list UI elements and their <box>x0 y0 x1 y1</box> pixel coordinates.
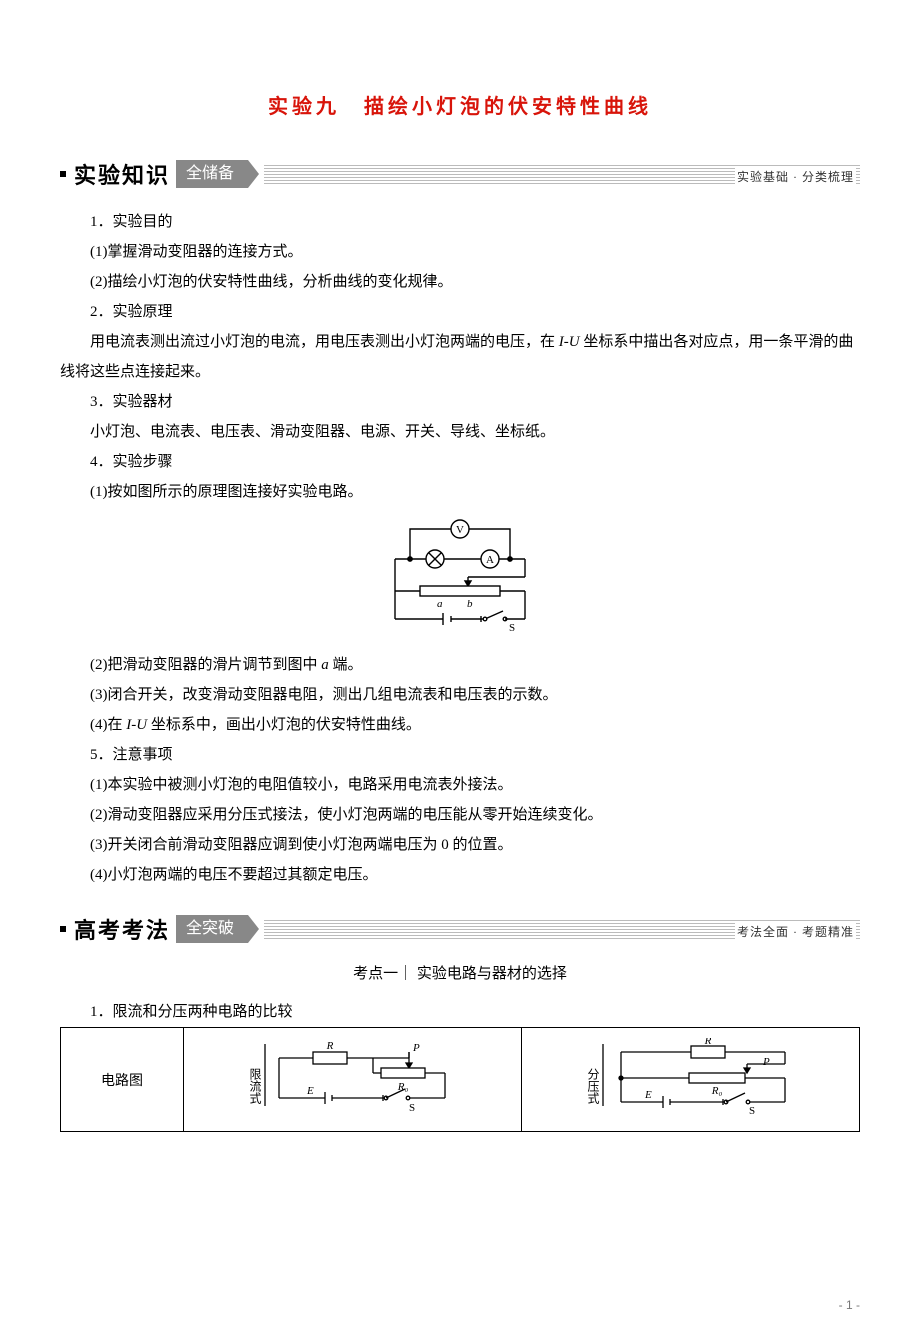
section-hatch: 实验基础 · 分类梳理 <box>264 164 860 184</box>
document-title: 实验九 描绘小灯泡的伏安特性曲线 <box>60 90 860 119</box>
section-hatch-2: 考法全面 · 考题精准 <box>264 919 860 939</box>
section-heading: 实验知识 <box>72 158 172 190</box>
switch-label: S <box>509 622 515 634</box>
section-bullet <box>60 926 66 932</box>
p-principle-1: 用电流表测出流过小灯泡的电流，用电压表测出小灯泡两端的电压，在 I-U 坐标系中… <box>60 327 860 387</box>
text: (2)把滑动变阻器的滑片调节到图中 <box>90 657 321 673</box>
R-label-2: R <box>703 1038 711 1047</box>
cell-divider-circuit: 分压式 R P R₀ <box>522 1028 860 1132</box>
p-apparatus-title: 3．实验器材 <box>60 387 860 417</box>
page-number: - 1 - <box>839 1298 860 1312</box>
S-label-2: S <box>749 1105 755 1116</box>
iu-italic: I-U <box>559 334 580 350</box>
section-note-2: 考法全面 · 考题精准 <box>735 923 856 940</box>
p-purpose-1: (1)掌握滑动变阻器的连接方式。 <box>60 237 860 267</box>
cell-limiting-circuit: 限流式 R P R₀ <box>184 1028 522 1132</box>
page-root: 实验九 描绘小灯泡的伏安特性曲线 实验知识 全储备 实验基础 · 分类梳理 1．… <box>0 0 920 1330</box>
p-step-3: (3)闭合开关，改变滑动变阻器电阻，测出几组电流表和电压表的示数。 <box>60 680 860 710</box>
comparison-table: 电路图 限流式 R P <box>60 1027 860 1132</box>
p-note-title: 5．注意事项 <box>60 740 860 770</box>
p-steps-title: 4．实验步骤 <box>60 447 860 477</box>
P-label: P <box>412 1042 420 1054</box>
section-note: 实验基础 · 分类梳理 <box>735 168 856 185</box>
divider-label: 分压式 <box>586 1068 600 1104</box>
text: 用电流表测出流过小灯泡的电流，用电压表测出小灯泡两端的电压，在 <box>90 334 559 350</box>
sub-intro: 1．限流和分压两种电路的比较 <box>60 997 860 1027</box>
section-heading-2: 高考考法 <box>72 913 172 945</box>
section-bar-method: 高考考法 全突破 考法全面 · 考题精准 <box>60 914 860 944</box>
p-principle-title: 2．实验原理 <box>60 297 860 327</box>
text: 端。 <box>329 657 363 673</box>
E-label: E <box>306 1085 314 1097</box>
section-bar-knowledge: 实验知识 全储备 实验基础 · 分类梳理 <box>60 159 860 189</box>
section-tab-2: 全突破 <box>176 915 248 943</box>
R-label: R <box>325 1040 333 1052</box>
th-circuit: 电路图 <box>61 1028 184 1132</box>
p-note-3: (3)开关闭合前滑动变阻器应调到使小灯泡两端电压为 0 的位置。 <box>60 830 860 860</box>
circuit-svg: V A a b <box>365 515 555 635</box>
P-label-2: P <box>762 1056 770 1068</box>
p-purpose-title: 1．实验目的 <box>60 207 860 237</box>
R0-label: R₀ <box>396 1081 408 1093</box>
limiting-svg: 限流式 R P R₀ <box>233 1038 473 1116</box>
section-tab: 全储备 <box>176 160 248 188</box>
limiting-label: 限流式 <box>248 1068 262 1104</box>
p-step-4: (4)在 I-U 坐标系中，画出小灯泡的伏安特性曲线。 <box>60 710 860 740</box>
section-bullet <box>60 171 66 177</box>
p-step-1: (1)按如图所示的原理图连接好实验电路。 <box>60 477 860 507</box>
text: 坐标系中，画出小灯泡的伏安特性曲线。 <box>147 717 421 733</box>
voltmeter-label: V <box>456 524 464 536</box>
p-note-1: (1)本实验中被测小灯泡的电阻值较小，电路采用电流表外接法。 <box>60 770 860 800</box>
iu-italic-2: I-U <box>126 717 147 733</box>
R0-label-2: R₀ <box>710 1085 722 1097</box>
p-note-2: (2)滑动变阻器应采用分压式接法，使小灯泡两端的电压能从零开始连续变化。 <box>60 800 860 830</box>
p-note-4: (4)小灯泡两端的电压不要超过其额定电压。 <box>60 860 860 890</box>
S-label: S <box>409 1102 415 1114</box>
table-row: 电路图 限流式 R P <box>61 1028 860 1132</box>
rheostat-b: b <box>467 598 473 610</box>
p-step-2: (2)把滑动变阻器的滑片调节到图中 a 端。 <box>60 650 860 680</box>
a-italic: a <box>321 657 329 673</box>
rheostat-a: a <box>437 598 443 610</box>
p-purpose-2: (2)描绘小灯泡的伏安特性曲线，分析曲线的变化规律。 <box>60 267 860 297</box>
subheading-1: 考点一｜ 实验电路与器材的选择 <box>60 962 860 983</box>
circuit-diagram: V A a b <box>60 515 860 640</box>
E-label-2: E <box>644 1089 652 1101</box>
body-text-block-1: 1．实验目的 (1)掌握滑动变阻器的连接方式。 (2)描绘小灯泡的伏安特性曲线，… <box>60 207 860 507</box>
ammeter-label: A <box>486 554 494 566</box>
divider-svg: 分压式 R P R₀ <box>571 1038 811 1116</box>
p-apparatus-1: 小灯泡、电流表、电压表、滑动变阻器、电源、开关、导线、坐标纸。 <box>60 417 860 447</box>
body-text-block-2: (2)把滑动变阻器的滑片调节到图中 a 端。 (3)闭合开关，改变滑动变阻器电阻… <box>60 650 860 890</box>
sub1-p1: 1．限流和分压两种电路的比较 <box>60 997 860 1027</box>
text: (4)在 <box>90 717 126 733</box>
